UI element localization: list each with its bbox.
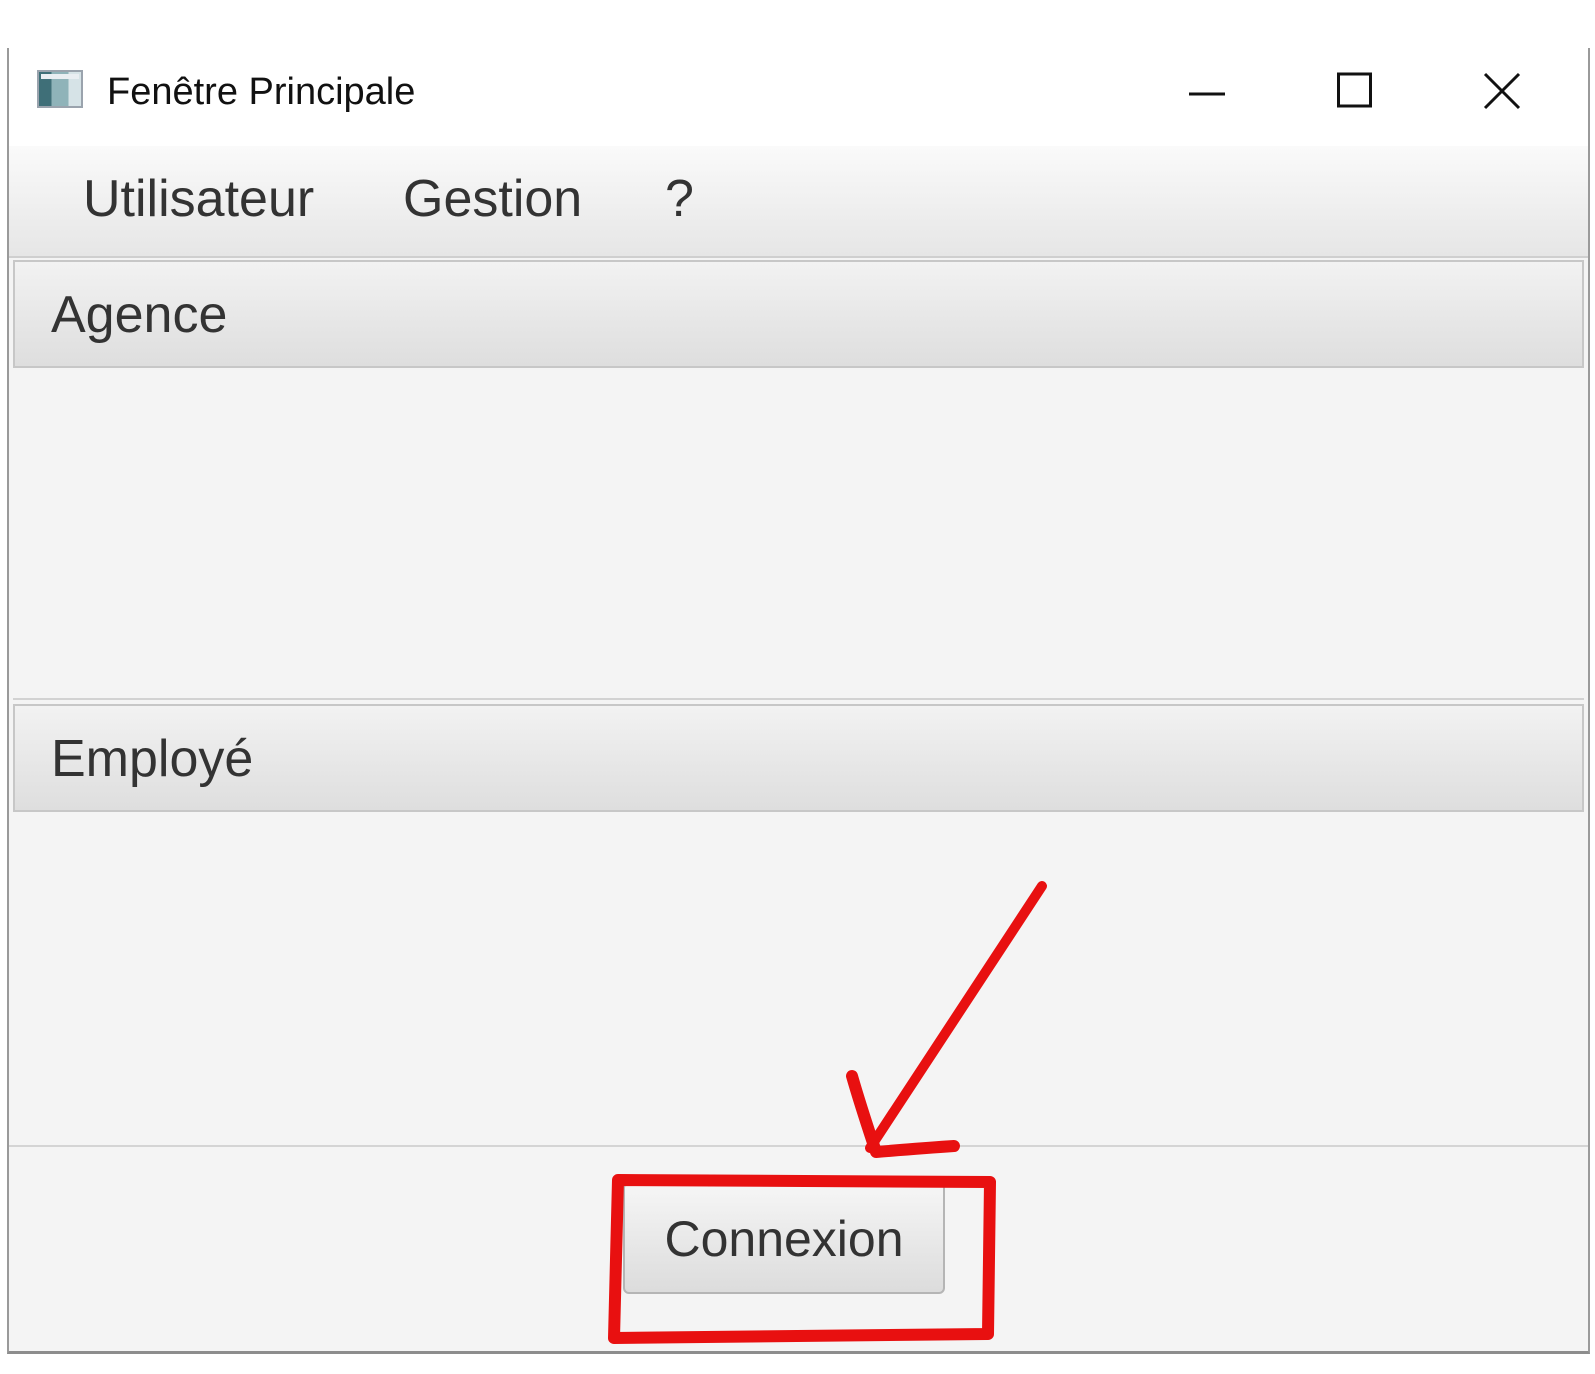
agence-pane-header[interactable]: Agence [13,260,1584,368]
agence-pane-title: Agence [51,286,228,344]
minimize-icon [1189,92,1225,96]
maximize-button[interactable] [1297,48,1437,136]
menu-bar: Utilisateur Gestion ? [9,146,1588,258]
employe-pane-title: Employé [51,730,254,788]
connexion-button[interactable]: Connexion [623,1182,945,1294]
employe-pane-header[interactable]: Employé [13,704,1584,812]
close-button[interactable] [1443,48,1583,136]
menu-gestion[interactable]: Gestion [397,168,588,230]
footer-divider [9,1145,1588,1147]
main-window: Fenêtre Principale Utilisateur Gestion ?… [7,48,1590,1354]
menu-help[interactable]: ? [659,168,700,230]
window-title: Fenêtre Principale [107,71,416,113]
app-icon [37,70,83,108]
menu-utilisateur[interactable]: Utilisateur [77,168,320,230]
maximize-icon [1337,72,1372,108]
employe-pane-content [13,812,1584,1142]
agence-pane-content [13,368,1584,700]
title-bar[interactable]: Fenêtre Principale [9,48,1588,146]
minimize-button[interactable] [1149,48,1289,136]
close-icon [1483,72,1521,110]
